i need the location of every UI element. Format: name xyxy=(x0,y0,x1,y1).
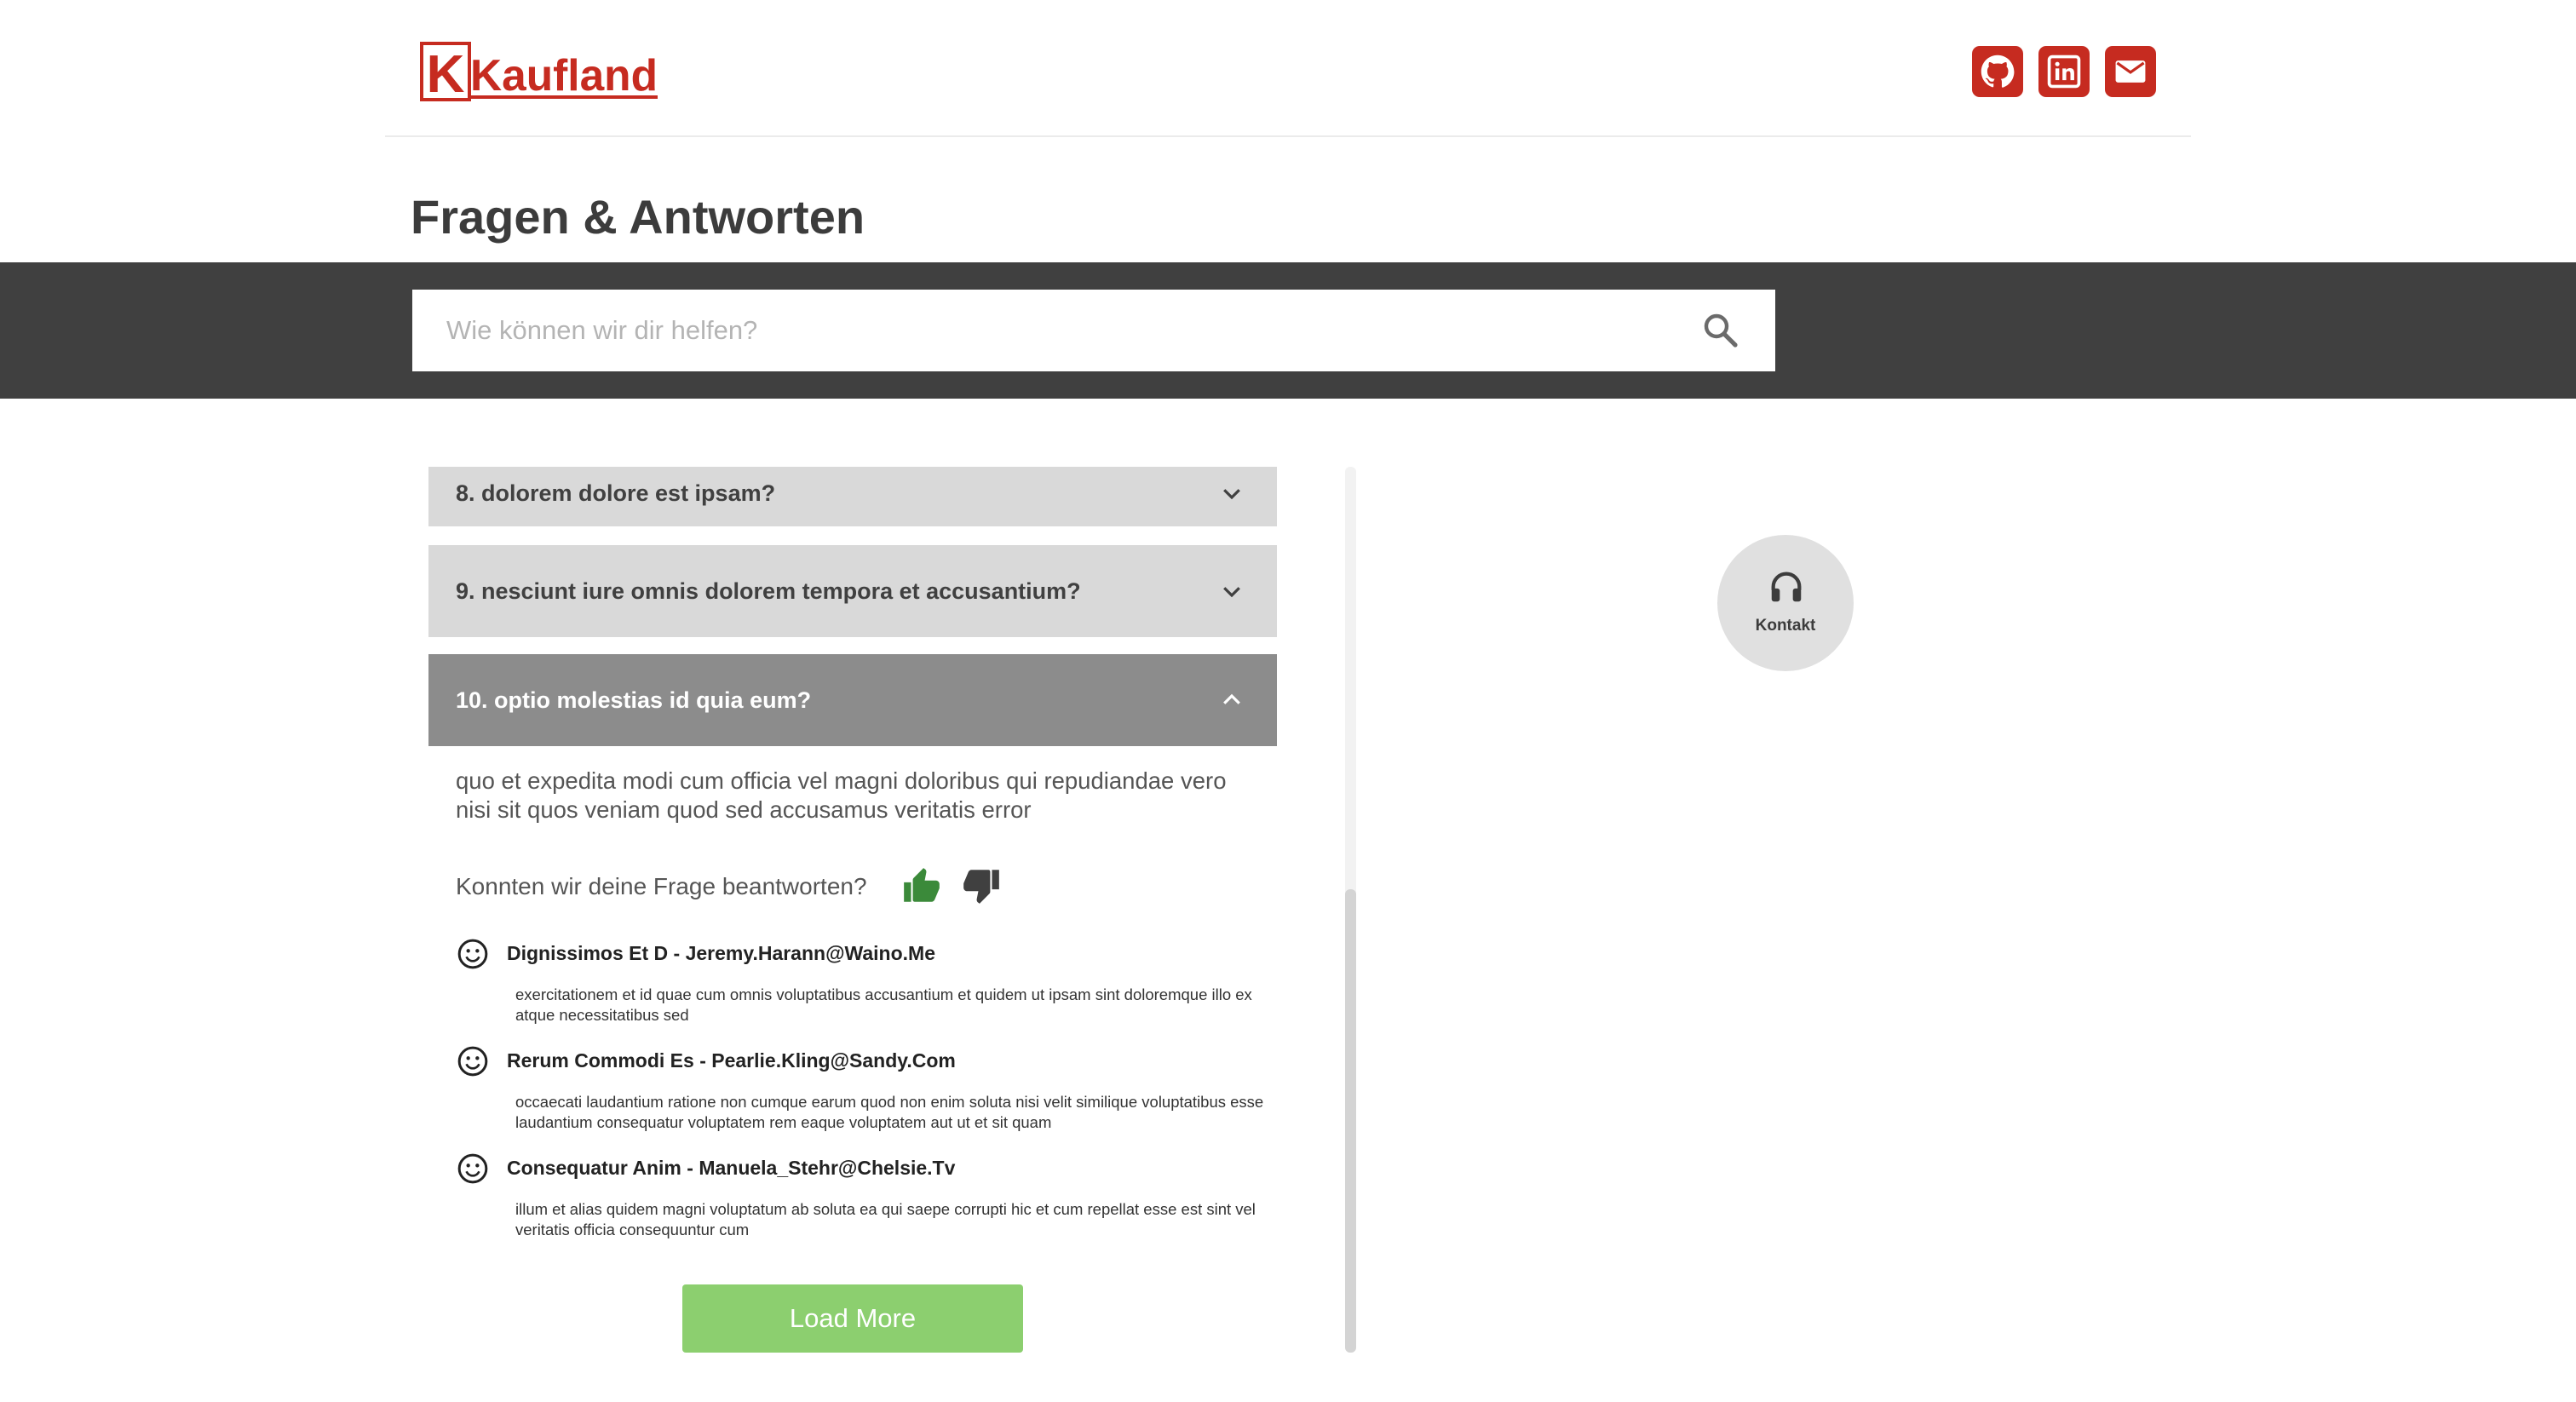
faq-scrollbar[interactable] xyxy=(1345,467,1356,1353)
comment-body: illum et alias quidem magni voluptatum a… xyxy=(515,1200,1256,1238)
header-divider xyxy=(385,135,2191,137)
smiley-icon xyxy=(457,1046,488,1077)
faq-question-text: 9. nesciunt iure omnis dolorem tempora e… xyxy=(456,577,1081,604)
chevron-down-icon xyxy=(1223,489,1240,500)
faq-question-10[interactable]: 10. optio molestias id quia eum? xyxy=(428,654,1277,746)
smiley-icon xyxy=(457,1153,488,1184)
feedback-question: Konnten wir deine Frage beantworten? xyxy=(456,873,867,899)
comment-author: Rerum Commodi Es - Pearlie.Kling@Sandy.C… xyxy=(507,1049,956,1072)
comment-item: Consequatur Anim - Manuela_Stehr@Chelsie… xyxy=(456,1152,1274,1238)
feedback-row: Konnten wir deine Frage beantworten? xyxy=(456,863,1052,914)
github-button[interactable] xyxy=(1972,46,2023,97)
contact-label: Kontakt xyxy=(1755,617,1816,635)
thumbs-up-icon[interactable] xyxy=(900,865,943,907)
linkedin-icon xyxy=(2047,55,2081,89)
search-input[interactable] xyxy=(412,290,1673,371)
faq-scrollbar-thumb[interactable] xyxy=(1345,889,1356,1353)
mail-button[interactable] xyxy=(2105,46,2156,97)
headset-icon xyxy=(1771,572,1802,602)
comment-author: Dignissimos Et D - Jeremy.Harann@Waino.M… xyxy=(507,942,935,964)
load-more-button[interactable]: Load More xyxy=(682,1284,1023,1353)
faq-question-text: 10. optio molestias id quia eum? xyxy=(456,687,812,713)
github-icon xyxy=(1981,55,2015,88)
faq-question-text: 8. dolorem dolore est ipsam? xyxy=(456,480,776,506)
comment-author: Consequatur Anim - Manuela_Stehr@Chelsie… xyxy=(507,1157,956,1179)
search-box xyxy=(412,290,1775,371)
chevron-up-icon xyxy=(1223,693,1240,704)
comment-body: occaecati laudantium ratione non cumque … xyxy=(515,1093,1264,1131)
kaufland-logo[interactable]: K Kaufland xyxy=(419,41,661,104)
thumbs-down-icon[interactable] xyxy=(960,865,1003,907)
smiley-icon xyxy=(457,939,488,969)
faq-answer: quo et expedita modi cum officia vel mag… xyxy=(456,767,1227,823)
svg-text:K: K xyxy=(427,45,465,104)
comment-item: Rerum Commodi Es - Pearlie.Kling@Sandy.C… xyxy=(456,1044,1274,1131)
svg-text:Kaufland: Kaufland xyxy=(470,51,658,101)
search-icon[interactable] xyxy=(1700,310,1741,351)
faq-question-9[interactable]: 9. nesciunt iure omnis dolorem tempora e… xyxy=(428,545,1277,637)
site-header: K Kaufland xyxy=(0,0,2576,136)
faq-list: 8. dolorem dolore est ipsam? 9. nesciunt… xyxy=(428,467,1277,1353)
page-title: Fragen & Antworten xyxy=(411,190,865,244)
faq-question-8[interactable]: 8. dolorem dolore est ipsam? xyxy=(428,467,1277,526)
comment-item: Dignissimos Et D - Jeremy.Harann@Waino.M… xyxy=(456,937,1274,1024)
mail-icon xyxy=(2115,60,2146,83)
search-band xyxy=(0,262,2576,399)
comment-body: exercitationem et id quae cum omnis volu… xyxy=(515,985,1252,1024)
contact-button[interactable]: Kontakt xyxy=(1717,535,1854,671)
linkedin-button[interactable] xyxy=(2038,46,2090,97)
chevron-down-icon xyxy=(1223,587,1240,598)
